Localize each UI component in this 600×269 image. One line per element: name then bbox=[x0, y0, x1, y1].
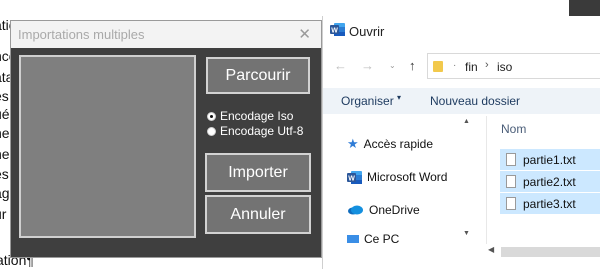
nav-item-label: Accès rapide bbox=[363, 137, 434, 151]
nav-item-label: Ce PC bbox=[364, 232, 400, 243]
browse-button[interactable]: Parcourir bbox=[206, 57, 310, 94]
computer-icon bbox=[347, 235, 359, 243]
open-dialog-title: Ouvrir bbox=[349, 24, 385, 39]
word-icon: W bbox=[330, 23, 345, 36]
folder-icon bbox=[433, 61, 443, 72]
breadcrumb-iso[interactable]: iso bbox=[497, 60, 512, 74]
new-folder-button[interactable]: Nouveau dossier bbox=[430, 94, 520, 108]
breadcrumb-fin[interactable]: fin bbox=[465, 60, 478, 74]
file-name: partie2.txt bbox=[523, 174, 576, 189]
file-list-pane: Nom partie1.txt partie2.txt partie3.txt bbox=[488, 116, 600, 244]
svg-text:W: W bbox=[348, 175, 355, 182]
text-file-icon bbox=[506, 197, 516, 210]
encoding-utf8-label: Encodage Utf-8 bbox=[220, 124, 304, 138]
nav-item-quick-access[interactable]: ★ Accès rapide bbox=[347, 135, 433, 153]
caret-down-icon[interactable]: ▾ bbox=[397, 93, 401, 102]
pane-divider[interactable] bbox=[486, 116, 487, 244]
file-pane-horizontal-scrollbar[interactable]: ◀ bbox=[485, 244, 600, 260]
file-item[interactable]: partie3.txt bbox=[500, 193, 600, 214]
file-item[interactable]: partie2.txt bbox=[500, 171, 600, 192]
nav-item-label: Microsoft Word bbox=[367, 170, 448, 184]
up-arrow-icon[interactable]: ↑ bbox=[409, 58, 416, 73]
encoding-iso-label: Encodage Iso bbox=[220, 109, 294, 123]
svg-text:W: W bbox=[331, 28, 338, 35]
nav-item-this-pc[interactable]: Ce PC bbox=[347, 232, 399, 243]
file-name: partie1.txt bbox=[523, 152, 576, 167]
file-item[interactable]: partie1.txt bbox=[500, 149, 600, 170]
open-file-dialog: W Ouvrir ← → ⌄ ↑ · fin › iso Organiser ▾… bbox=[322, 16, 600, 269]
word-icon: W bbox=[347, 170, 362, 184]
column-header-name[interactable]: Nom bbox=[501, 122, 526, 136]
encoding-iso-option[interactable]: Encodage Iso bbox=[207, 109, 293, 123]
window-corner bbox=[569, 0, 600, 16]
open-dialog-titlebar: W Ouvrir bbox=[323, 16, 600, 46]
import-dialog-title: Importations multiples bbox=[18, 27, 145, 42]
chevron-right-icon[interactable]: › bbox=[485, 59, 489, 71]
command-bar: Organiser ▾ Nouveau dossier bbox=[323, 88, 600, 114]
star-icon: ★ bbox=[347, 136, 359, 151]
address-separator: · bbox=[453, 60, 457, 71]
import-button[interactable]: Importer bbox=[205, 153, 311, 192]
encoding-utf8-option[interactable]: Encodage Utf-8 bbox=[207, 124, 303, 138]
scroll-up-icon[interactable]: ▲ bbox=[463, 118, 470, 125]
close-icon[interactable]: ✕ bbox=[298, 21, 311, 48]
nav-pane-scrollbar[interactable]: ▲ ▼ bbox=[463, 118, 473, 242]
recent-locations-dropdown-icon[interactable]: ⌄ bbox=[389, 61, 396, 70]
radio-selected-icon[interactable] bbox=[207, 111, 216, 121]
nav-item-microsoft-word[interactable]: W Microsoft Word bbox=[347, 168, 447, 186]
cloud-icon bbox=[348, 205, 363, 215]
scroll-left-icon[interactable]: ◀ bbox=[488, 245, 494, 254]
back-arrow-icon[interactable]: ← bbox=[334, 58, 347, 73]
radio-unselected-icon[interactable] bbox=[207, 126, 216, 136]
navigation-bar: ← → ⌄ ↑ · fin › iso bbox=[323, 51, 600, 81]
cancel-button[interactable]: Annuler bbox=[205, 195, 311, 234]
scrollbar-thumb[interactable] bbox=[501, 247, 600, 257]
scroll-down-icon[interactable]: ▼ bbox=[463, 230, 470, 237]
nav-item-onedrive[interactable]: OneDrive bbox=[347, 201, 420, 219]
text-file-icon bbox=[506, 153, 516, 166]
file-name: partie3.txt bbox=[523, 196, 576, 211]
organize-menu[interactable]: Organiser bbox=[341, 94, 394, 108]
import-dialog: Importations multiples ✕ Parcourir Encod… bbox=[10, 20, 322, 258]
text-file-icon bbox=[506, 175, 516, 188]
file-list-box[interactable] bbox=[19, 55, 196, 238]
forward-arrow-icon[interactable]: → bbox=[361, 58, 374, 73]
import-dialog-titlebar: Importations multiples ✕ bbox=[11, 21, 321, 48]
nav-item-label: OneDrive bbox=[369, 203, 420, 217]
address-bar[interactable]: · fin › iso bbox=[427, 53, 600, 79]
